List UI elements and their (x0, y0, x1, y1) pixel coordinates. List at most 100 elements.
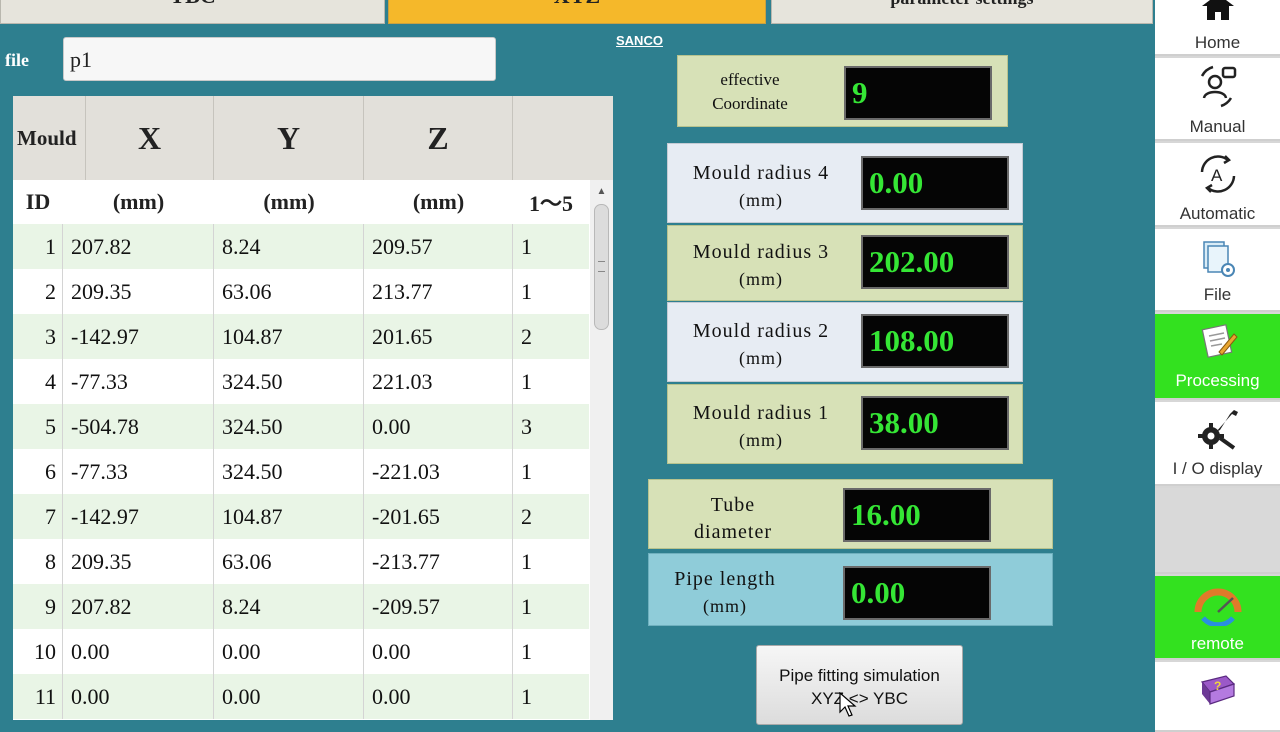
pipe-length-value[interactable]: 0.00 (843, 566, 991, 620)
remote-gauge-icon (1155, 582, 1280, 626)
mould-radius-1-value[interactable]: 38.00 (861, 396, 1009, 450)
cell-x[interactable]: -77.33 (63, 449, 214, 494)
cell-mould[interactable]: 2 (513, 494, 589, 539)
subheader-range: 1～5 (528, 191, 573, 216)
table-row[interactable]: 8 209.35 63.06 -213.77 1 (13, 539, 589, 584)
cell-z[interactable]: 201.65 (364, 314, 513, 359)
home-icon (1155, 0, 1280, 22)
cell-y[interactable]: 0.00 (214, 674, 364, 719)
cell-mould[interactable]: 3 (513, 404, 589, 449)
cell-mould[interactable]: 2 (513, 314, 589, 359)
subheader-y-unit: (mm) (263, 189, 315, 214)
table-row[interactable]: 5 -504.78 324.50 0.00 3 (13, 404, 589, 449)
cell-mould[interactable]: 1 (513, 674, 589, 719)
cell-x[interactable]: -504.78 (63, 404, 214, 449)
cell-y[interactable]: 324.50 (214, 404, 364, 449)
cell-y[interactable]: 0.00 (214, 629, 364, 674)
cell-x[interactable]: 209.35 (63, 539, 214, 584)
cell-z[interactable]: -221.03 (364, 449, 513, 494)
table-row[interactable]: 1 207.82 8.24 209.57 1 (13, 224, 589, 269)
mouse-cursor-icon (839, 692, 857, 717)
cell-mould[interactable]: 1 (513, 224, 589, 269)
cell-x[interactable]: 0.00 (63, 674, 214, 719)
table-row[interactable]: 10 0.00 0.00 0.00 1 (13, 629, 589, 674)
cell-x[interactable]: 0.00 (63, 629, 214, 674)
table-row[interactable]: 4 -77.33 324.50 221.03 1 (13, 359, 589, 404)
cell-y[interactable]: 63.06 (214, 539, 364, 584)
cell-x[interactable]: 207.82 (63, 584, 214, 629)
nav-file[interactable]: File (1155, 229, 1280, 312)
mould-radius-3-label: Mould radius 3 (692, 241, 830, 263)
nav-io-display[interactable]: I / O display (1155, 402, 1280, 486)
cell-x[interactable]: 207.82 (63, 224, 214, 269)
cell-y[interactable]: 8.24 (214, 224, 364, 269)
mould-radius-2-value[interactable]: 108.00 (861, 314, 1009, 368)
cell-mould[interactable]: 1 (513, 269, 589, 314)
scroll-up-arrow-icon[interactable]: ▲ (590, 180, 613, 202)
nav-automatic[interactable]: A Automatic (1155, 143, 1280, 227)
cell-z[interactable]: -213.77 (364, 539, 513, 584)
mould-radius-3-value[interactable]: 202.00 (861, 235, 1009, 289)
simulation-button-sublabel: XYZ <> YBC (810, 689, 908, 708)
cell-z[interactable]: -201.65 (364, 494, 513, 539)
cell-x[interactable]: -77.33 (63, 359, 214, 404)
nav-help[interactable]: ? (1155, 662, 1280, 732)
cell-mould[interactable]: 1 (513, 449, 589, 494)
header-y: Y (214, 96, 364, 180)
cell-z[interactable]: 221.03 (364, 359, 513, 404)
cell-y[interactable]: 63.06 (214, 269, 364, 314)
nav-manual[interactable]: Manual (1155, 58, 1280, 141)
cell-x[interactable]: 209.35 (63, 269, 214, 314)
header-z: Z (364, 96, 513, 180)
cell-y[interactable]: 324.50 (214, 359, 364, 404)
subheader-z-unit: (mm) (412, 189, 465, 214)
cell-x[interactable]: -142.97 (63, 494, 214, 539)
table-row[interactable]: 9 207.82 8.24 -209.57 1 (13, 584, 589, 629)
scroll-thumb[interactable] (594, 204, 609, 330)
nav-home[interactable]: Home (1155, 0, 1280, 56)
cell-y[interactable]: 324.50 (214, 449, 364, 494)
cell-mould[interactable]: 1 (513, 629, 589, 674)
table-row[interactable]: 7 -142.97 104.87 -201.65 2 (13, 494, 589, 539)
processing-document-icon (1155, 320, 1280, 364)
header-mould-number (513, 96, 613, 180)
cell-y[interactable]: 104.87 (214, 494, 364, 539)
cell-z[interactable]: -209.57 (364, 584, 513, 629)
cell-z[interactable]: 0.00 (364, 629, 513, 674)
nav-remote[interactable]: remote (1155, 576, 1280, 660)
cell-z[interactable]: 209.57 (364, 224, 513, 269)
mould-radius-1-panel: Mould radius 1 (mm) 38.00 (667, 384, 1023, 464)
mould-radius-2-panel: Mould radius 2 (mm) 108.00 (667, 302, 1023, 382)
automatic-mode-icon: A (1155, 148, 1280, 200)
simulation-button-label: Pipe fitting simulation (779, 666, 940, 685)
tab-ybc[interactable]: YBC (0, 0, 385, 24)
table-row[interactable]: 11 0.00 0.00 0.00 1 (13, 674, 589, 719)
cell-y[interactable]: 8.24 (214, 584, 364, 629)
cell-mould[interactable]: 1 (513, 359, 589, 404)
svg-text:?: ? (1214, 679, 1221, 693)
mould-radius-1-label: Mould radius 1 (692, 402, 830, 424)
tab-parameter-settings[interactable]: parameter settings (771, 0, 1153, 24)
mould-radius-4-value[interactable]: 0.00 (861, 156, 1009, 210)
tab-xyz[interactable]: XYZ (388, 0, 766, 24)
cell-id: 10 (13, 629, 63, 674)
table-scrollbar[interactable]: ▲ (590, 180, 613, 720)
mould-radius-2-unit: (mm) (739, 348, 783, 368)
cell-mould[interactable]: 1 (513, 539, 589, 584)
cell-y[interactable]: 104.87 (214, 314, 364, 359)
file-name-input[interactable] (63, 37, 496, 81)
coordinate-table: Mould X Y Z ID (mm) (mm) (mm) 1～5 1 207.8… (13, 96, 613, 720)
cell-z[interactable]: 213.77 (364, 269, 513, 314)
mould-radius-4-panel: Mould radius 4 (mm) 0.00 (667, 143, 1023, 223)
tube-diameter-value[interactable]: 16.00 (843, 488, 991, 542)
cell-z[interactable]: 0.00 (364, 404, 513, 449)
cell-mould[interactable]: 1 (513, 584, 589, 629)
cell-z[interactable]: 0.00 (364, 674, 513, 719)
nav-processing[interactable]: Processing (1155, 314, 1280, 400)
effective-coordinate-value[interactable]: 9 (844, 66, 992, 120)
table-row[interactable]: 3 -142.97 104.87 201.65 2 (13, 314, 589, 359)
table-row[interactable]: 2 209.35 63.06 213.77 1 (13, 269, 589, 314)
cell-x[interactable]: -142.97 (63, 314, 214, 359)
table-row[interactable]: 6 -77.33 324.50 -221.03 1 (13, 449, 589, 494)
pipe-fitting-simulation-button[interactable]: Pipe fitting simulation XYZ <> YBC (756, 645, 963, 725)
